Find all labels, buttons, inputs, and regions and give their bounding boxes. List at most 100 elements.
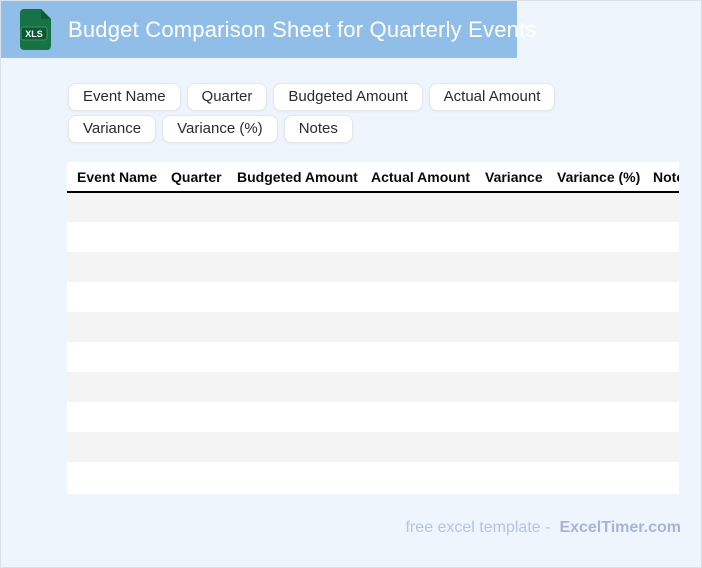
table-cell [361,282,475,312]
column-chip[interactable]: Variance [68,115,157,143]
table-cell [547,192,643,222]
table-body [67,192,679,492]
table-cell [475,372,547,402]
table-cell [361,252,475,282]
table-cell [643,312,679,342]
table-cell [361,192,475,222]
table-cell [227,222,361,252]
table-cell [361,312,475,342]
table-header-cell: Budgeted Amount [227,162,361,193]
table-cell [161,282,227,312]
table-row [67,372,679,402]
column-chip[interactable]: Notes [283,115,353,143]
table-card: Event Name Quarter Budgeted Amount Actual A… [67,162,679,494]
table-cell [67,372,161,402]
table-cell [547,222,643,252]
table-cell [67,342,161,372]
table-row [67,402,679,432]
table-row [67,282,679,312]
table-cell [643,432,679,462]
table-header-cell: Variance [475,162,547,193]
xls-icon-label: XLS [25,29,43,39]
table-cell [161,402,227,432]
table-cell [643,192,679,222]
column-chip[interactable]: Variance (%) [162,115,278,143]
table-row [67,432,679,462]
table-cell [643,282,679,312]
table-cell [547,342,643,372]
table-cell [227,312,361,342]
table-cell [67,282,161,312]
table-cell [475,252,547,282]
xls-file-icon: XLS [20,9,51,50]
table-cell [161,222,227,252]
table-cell [227,402,361,432]
column-chip[interactable]: Budgeted Amount [273,83,423,111]
table-row [67,222,679,252]
page-title: Budget Comparison Sheet for Quarterly Ev… [68,16,537,42]
page: XLS Budget Comparison Sheet for Quarterl… [0,0,702,568]
table-cell [643,372,679,402]
table-header-cell: Variance (%) [547,162,643,193]
budget-table: Event Name Quarter Budgeted Amount Actual A… [67,162,679,492]
table-cell [67,252,161,282]
table-cell [227,282,361,312]
table-header-cell: Event Name [67,162,161,193]
table-cell [161,372,227,402]
table-row [67,462,679,492]
footer-text: free excel template - [405,519,551,536]
column-chips: Event Name Quarter Budgeted Amount Actual A… [68,83,620,143]
table-cell [643,252,679,282]
table-header-cell: Actual Amount [361,162,475,193]
table-cell [475,402,547,432]
table-cell [161,312,227,342]
column-chip[interactable]: Actual Amount [428,83,556,111]
table-cell [475,282,547,312]
table-cell [161,432,227,462]
table-cell [475,192,547,222]
table-cell [361,222,475,252]
table-cell [643,222,679,252]
table-header-cell: Notes [643,162,679,193]
table-cell [547,432,643,462]
table-cell [161,462,227,492]
table-cell [67,222,161,252]
column-chip[interactable]: Quarter [186,83,268,111]
table-cell [227,372,361,402]
table-cell [67,312,161,342]
table-cell [547,372,643,402]
table-row [67,192,679,222]
footer-brand-link[interactable]: ExcelTimer.com [559,519,681,536]
table-cell [475,462,547,492]
table-cell [475,342,547,372]
header-bar: XLS Budget Comparison Sheet for Quarterl… [1,1,536,58]
table-cell [227,192,361,222]
table-cell [547,402,643,432]
table-cell [67,192,161,222]
table-cell [475,432,547,462]
column-chip[interactable]: Event Name [68,83,181,111]
table-cell [361,432,475,462]
table-cell [227,432,361,462]
table-cell [227,342,361,372]
table-row [67,252,679,282]
table-row [67,342,679,372]
table-cell [643,342,679,372]
table-cell [547,282,643,312]
table-cell [475,312,547,342]
table-cell [67,432,161,462]
table-cell [547,252,643,282]
table-cell [643,402,679,432]
table-cell [67,462,161,492]
table-cell [227,252,361,282]
table-cell [643,462,679,492]
footer: free excel template - ExcelTimer.com [405,519,681,537]
table-cell [361,402,475,432]
table-row [67,312,679,342]
table-cell [361,372,475,402]
table-cell [227,462,361,492]
table-cell [361,342,475,372]
table-cell [161,342,227,372]
table-cell [547,312,643,342]
table-header-row: Event Name Quarter Budgeted Amount Actual A… [67,162,679,193]
